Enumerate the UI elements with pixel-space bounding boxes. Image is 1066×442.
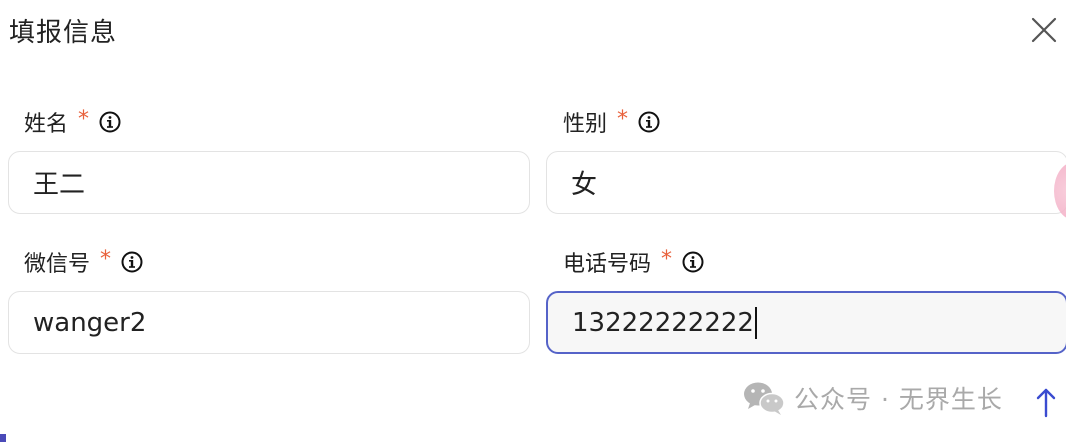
phone-input[interactable]: 13222222222 xyxy=(546,291,1066,354)
arrow-up-icon[interactable] xyxy=(1034,386,1058,420)
wechat-label-group: 微信号 * xyxy=(24,246,143,278)
name-input-value: 王二 xyxy=(33,170,86,200)
gender-input-value: 女 xyxy=(571,170,598,200)
watermark-text: 公众号 · 无界生长 xyxy=(794,385,1003,414)
gender-label-group: 性别 * xyxy=(563,106,660,138)
wechat-input[interactable]: wanger2 xyxy=(8,291,530,354)
info-icon[interactable] xyxy=(99,111,121,133)
phone-label: 电话号码 xyxy=(563,252,652,277)
gender-label: 性别 xyxy=(563,112,608,137)
bottom-edge xyxy=(0,434,1066,442)
name-input[interactable]: 王二 xyxy=(8,151,530,214)
gender-input[interactable]: 女 xyxy=(546,151,1066,214)
info-icon[interactable] xyxy=(682,251,704,273)
close-icon[interactable] xyxy=(1028,14,1060,46)
info-icon[interactable] xyxy=(638,111,660,133)
phone-label-group: 电话号码 * xyxy=(563,246,704,278)
required-mark: * xyxy=(661,246,673,272)
dialog-title: 填报信息 xyxy=(9,18,118,48)
phone-input-value: 13222222222 xyxy=(572,307,754,338)
required-mark: * xyxy=(78,106,90,132)
required-mark: * xyxy=(100,246,112,272)
required-mark: * xyxy=(617,106,629,132)
text-caret xyxy=(754,306,757,339)
wechat-label: 微信号 xyxy=(24,252,91,277)
watermark: 公众号 · 无界生长 xyxy=(742,380,1003,416)
wechat-input-value: wanger2 xyxy=(33,307,147,338)
wechat-icon xyxy=(744,382,785,415)
name-label-group: 姓名 * xyxy=(24,106,121,138)
form-dialog: 填报信息 姓名 * 王二 性别 * 女 微信号 * wanger2 电话号码 *… xyxy=(0,0,1066,442)
info-icon[interactable] xyxy=(121,251,143,273)
name-label: 姓名 xyxy=(24,112,69,137)
